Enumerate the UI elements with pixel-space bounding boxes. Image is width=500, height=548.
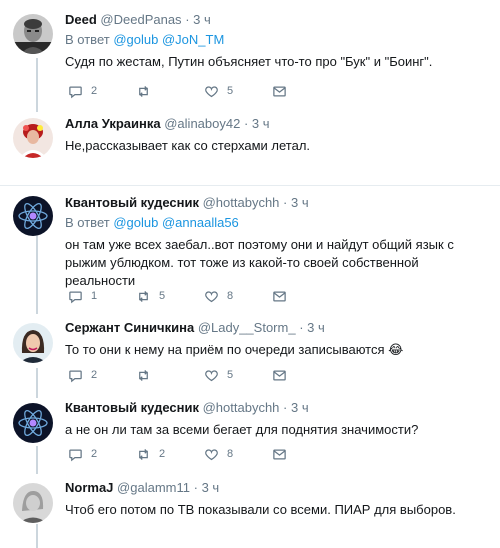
reply-to-prefix: В ответ bbox=[65, 215, 110, 230]
reply-to-line: В ответ @golub @annaalla56 bbox=[65, 215, 492, 231]
retweet-icon bbox=[139, 290, 148, 302]
mention-link[interactable]: @annaalla56 bbox=[162, 215, 239, 230]
reply-button[interactable]: 2 bbox=[68, 447, 136, 462]
direct-message-button[interactable] bbox=[272, 84, 340, 99]
retweet-button[interactable] bbox=[136, 84, 204, 99]
tweet-actions: 1 5 8 bbox=[68, 287, 340, 305]
avatar[interactable] bbox=[13, 483, 53, 523]
author-handle[interactable]: @hottabychh bbox=[203, 195, 280, 210]
like-button[interactable]: 5 bbox=[204, 368, 272, 383]
like-icon bbox=[205, 85, 218, 97]
tweet-timestamp[interactable]: 3 ч bbox=[193, 12, 211, 27]
tweet[interactable]: Сержант Синичкина @Lady__Storm_ · 3 ч То… bbox=[0, 315, 500, 395]
tweet-timestamp[interactable]: 3 ч bbox=[291, 400, 309, 415]
avatar[interactable] bbox=[13, 196, 53, 236]
tweet-text: а не он ли там за всеми бегает для подня… bbox=[65, 422, 419, 437]
message-icon bbox=[273, 291, 286, 301]
reply-count: 2 bbox=[91, 448, 98, 460]
like-button[interactable]: 8 bbox=[204, 447, 272, 462]
separator-dot: · bbox=[243, 116, 249, 131]
like-count: 5 bbox=[227, 85, 234, 97]
message-icon bbox=[273, 370, 286, 380]
reply-to-line: В ответ @golub @JoN_TM bbox=[65, 32, 492, 48]
laughing-emoji: 😂 bbox=[388, 342, 404, 357]
avatar[interactable] bbox=[13, 403, 53, 443]
retweet-button[interactable] bbox=[136, 368, 204, 383]
like-button[interactable]: 8 bbox=[204, 289, 272, 304]
tweet-actions: 2 5 bbox=[68, 366, 340, 384]
author-handle[interactable]: @hottabychh bbox=[203, 400, 280, 415]
separator-dot: · bbox=[299, 320, 304, 335]
retweet-button[interactable]: 2 bbox=[136, 447, 204, 462]
reply-count: 2 bbox=[91, 85, 98, 97]
avatar[interactable] bbox=[13, 323, 53, 363]
tweet-text-body: То то они к нему на приём по очереди зап… bbox=[65, 342, 385, 357]
author-name[interactable]: Deed bbox=[65, 12, 97, 27]
separator-dot: · bbox=[185, 12, 190, 27]
retweet-button[interactable]: 5 bbox=[136, 289, 204, 304]
tweet-text: Судя по жестам, Путин объясняет что-то п… bbox=[65, 54, 433, 69]
reply-icon bbox=[69, 86, 82, 98]
mention-link[interactable]: @golub bbox=[113, 215, 158, 230]
direct-message-button[interactable] bbox=[272, 447, 340, 462]
tweet[interactable]: NormaJ @galamm11 · 3 ч Чтоб его потом по… bbox=[0, 475, 500, 548]
tweet[interactable]: Квантовый кудесник @hottabychh · 3 ч В о… bbox=[0, 185, 500, 316]
like-button[interactable]: 5 bbox=[204, 84, 272, 99]
tweet-text: Не,рассказывает как со стерхами летал. bbox=[65, 138, 311, 153]
author-handle[interactable]: @Lady__Storm_ bbox=[198, 320, 296, 335]
message-icon bbox=[273, 449, 286, 459]
tweet[interactable]: Deed @DeedPanas · 3 ч В ответ @golub @Jo… bbox=[0, 0, 500, 108]
author-handle[interactable]: @alinaboy42 bbox=[164, 116, 240, 131]
like-icon bbox=[205, 290, 218, 302]
author-handle[interactable]: @galamm11 bbox=[117, 480, 190, 495]
retweet-icon bbox=[139, 369, 148, 381]
retweet-count: 5 bbox=[159, 290, 166, 302]
reply-to-prefix: В ответ bbox=[65, 32, 110, 47]
author-name[interactable]: Алла Украинка bbox=[65, 116, 161, 131]
separator-dot: · bbox=[193, 480, 198, 495]
avatar[interactable] bbox=[13, 118, 53, 158]
reply-icon bbox=[69, 449, 82, 461]
tweet-timestamp[interactable]: 3 ч bbox=[307, 320, 325, 335]
avatar[interactable] bbox=[13, 14, 53, 54]
like-count: 5 bbox=[227, 369, 234, 381]
author-name[interactable]: Квантовый кудесник bbox=[65, 400, 199, 415]
reply-button[interactable]: 2 bbox=[68, 368, 136, 383]
like-count: 8 bbox=[227, 290, 234, 302]
retweet-icon bbox=[139, 85, 148, 97]
reply-count: 2 bbox=[91, 369, 98, 381]
author-name[interactable]: Сержант Синичкина bbox=[65, 320, 194, 335]
reply-icon bbox=[69, 370, 82, 382]
tweet-timestamp[interactable]: 3 ч bbox=[252, 116, 270, 131]
reply-count: 1 bbox=[91, 290, 98, 302]
tweet-text: он там уже всех заебал..вот поэтому они … bbox=[65, 237, 454, 288]
like-icon bbox=[205, 448, 218, 460]
tweet-timestamp[interactable]: 3 ч bbox=[291, 195, 309, 210]
like-count: 8 bbox=[227, 448, 234, 460]
author-name[interactable]: Квантовый кудесник bbox=[65, 195, 199, 210]
tweet-text: Чтоб его потом по ТВ показывали со всеми… bbox=[65, 502, 456, 517]
reply-button[interactable]: 1 bbox=[68, 289, 136, 304]
separator-dot: · bbox=[283, 195, 288, 210]
mention-link[interactable]: @JoN_TM bbox=[162, 32, 224, 47]
tweet-actions: 2 2 8 bbox=[68, 445, 340, 463]
tweet[interactable]: Квантовый кудесник @hottabychh · 3 ч а н… bbox=[0, 395, 500, 475]
author-handle[interactable]: @DeedPanas bbox=[100, 12, 181, 27]
author-name[interactable]: NormaJ bbox=[65, 480, 113, 495]
tweet-actions: 2 5 bbox=[68, 82, 340, 100]
tweet-text: То то они к нему на приём по очереди зап… bbox=[65, 341, 492, 359]
reply-icon bbox=[69, 291, 82, 303]
reply-button[interactable]: 2 bbox=[68, 84, 136, 99]
direct-message-button[interactable] bbox=[272, 368, 340, 383]
retweet-count: 2 bbox=[159, 448, 166, 460]
like-icon bbox=[205, 369, 218, 381]
mention-link[interactable]: @golub bbox=[113, 32, 158, 47]
direct-message-button[interactable] bbox=[272, 289, 340, 304]
message-icon bbox=[273, 86, 286, 96]
separator-dot: · bbox=[283, 400, 288, 415]
tweet[interactable]: Алла Украинка @alinaboy42 · 3 ч Не,расск… bbox=[0, 108, 500, 182]
tweet-timestamp[interactable]: 3 ч bbox=[202, 480, 220, 495]
retweet-icon bbox=[139, 448, 148, 460]
